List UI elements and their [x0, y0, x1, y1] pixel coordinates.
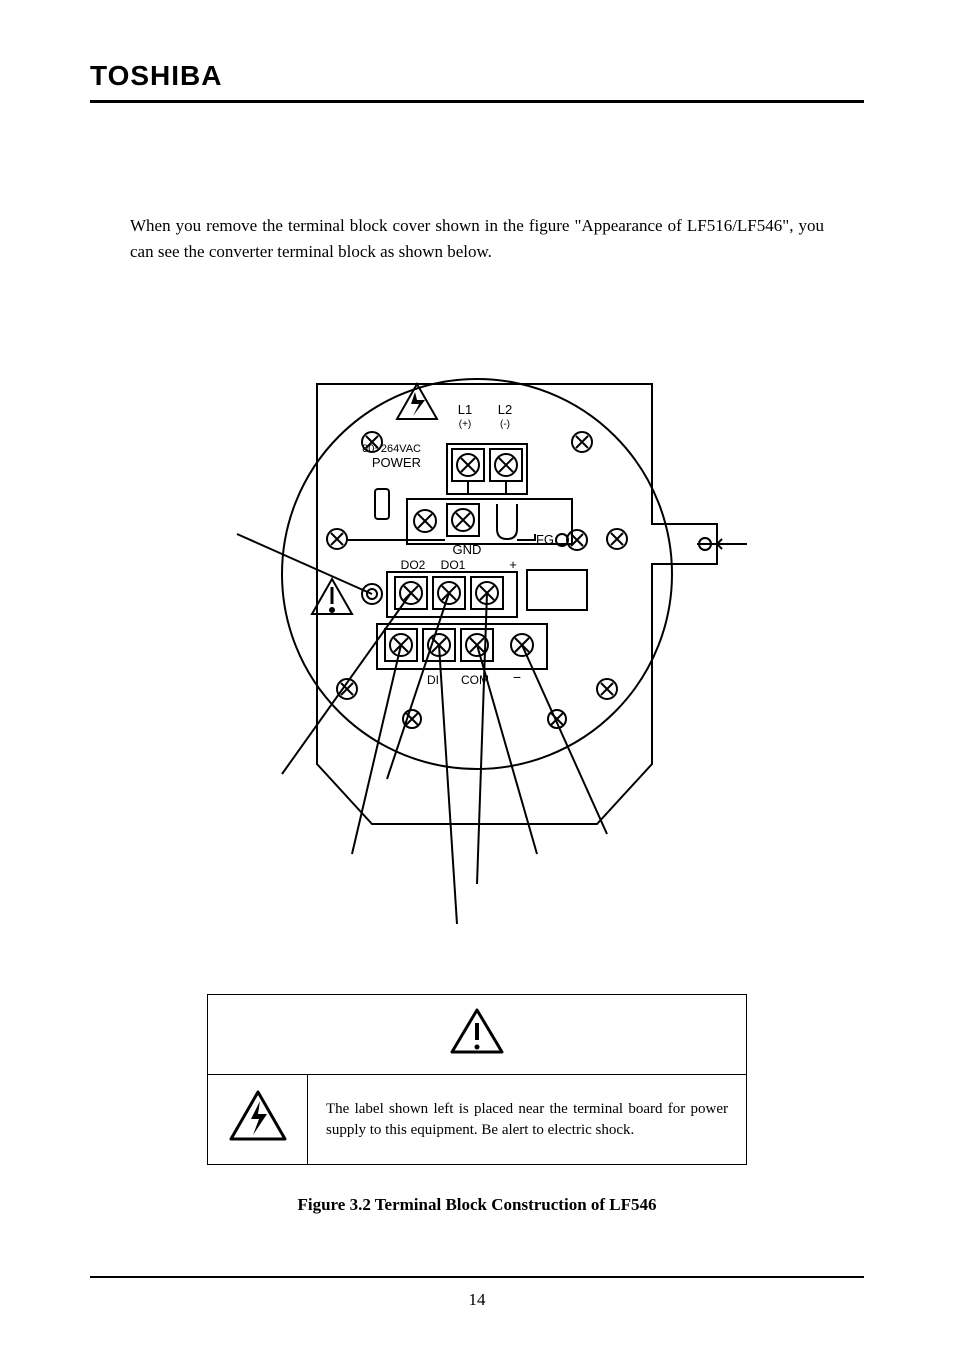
label-l1: L1 — [458, 402, 472, 417]
label-power: POWER — [372, 455, 421, 470]
label-l2: L2 — [498, 402, 512, 417]
page-footer: 14 — [90, 1276, 864, 1310]
page-number: 14 — [469, 1290, 486, 1309]
page-header: TOSHIBA — [90, 60, 864, 103]
label-l2-sign: (-) — [500, 419, 510, 430]
label-do1: DO1 — [441, 558, 466, 572]
toshiba-logo: TOSHIBA — [90, 60, 223, 92]
label-power-range: 80~264VAC — [362, 443, 421, 455]
label-di: DI — [427, 673, 439, 687]
intro-paragraph: When you remove the terminal block cover… — [130, 213, 824, 264]
label-l1-sign: (+) — [459, 419, 472, 430]
shock-hazard-icon — [227, 1089, 289, 1145]
figure-caption: Figure 3.2 Terminal Block Construction o… — [90, 1195, 864, 1215]
label-plus: + — [509, 557, 517, 572]
warning-text: The label shown left is placed near the … — [326, 1099, 728, 1140]
label-gnd: GND — [453, 542, 482, 557]
terminal-block-diagram: L1 (+) L2 (-) 80~264VAC POWER GND FG DO2… — [177, 324, 777, 944]
warning-box: The label shown left is placed near the … — [207, 994, 747, 1165]
label-com: COM — [461, 673, 489, 687]
label-fg: FG — [536, 532, 554, 547]
caution-icon — [449, 1007, 505, 1057]
label-do2: DO2 — [401, 558, 426, 572]
label-minus: − — [513, 669, 521, 685]
